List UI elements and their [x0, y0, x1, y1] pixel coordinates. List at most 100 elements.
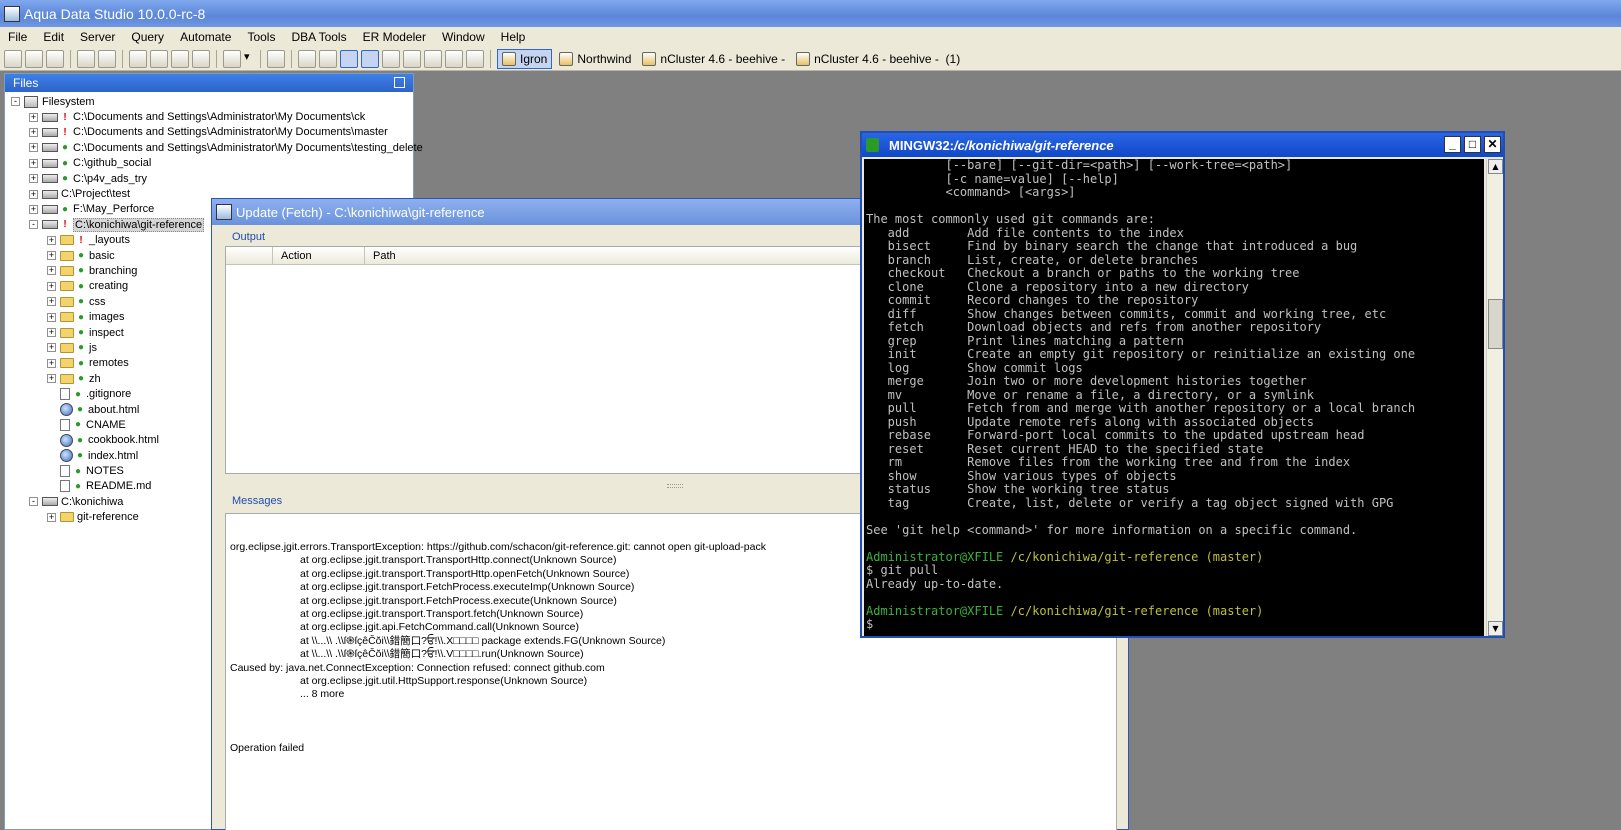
menu-dba-tools[interactable]: DBA Tools	[283, 30, 354, 44]
terminal-line: status Show the working tree status	[866, 482, 1170, 496]
query-window-icon[interactable]	[129, 49, 147, 68]
expand-icon[interactable]: +	[47, 251, 56, 261]
terminal-scrollbar[interactable]: ▲ ▼	[1486, 159, 1503, 636]
connection-northwind[interactable]: Northwind	[555, 49, 635, 69]
expand-icon[interactable]: +	[47, 358, 56, 368]
layout-grid-icon[interactable]	[298, 49, 316, 68]
terminal-output[interactable]: [--bare] [--git-dir=<path>] [--work-tree…	[864, 159, 1484, 636]
layout-tiles-icon[interactable]	[424, 49, 442, 68]
menu-edit[interactable]: Edit	[35, 30, 72, 44]
unregister-server-icon[interactable]	[25, 49, 43, 68]
expand-icon[interactable]: +	[29, 174, 38, 184]
tree-node-label: NOTES	[86, 465, 124, 478]
message-line: ... 8 more	[300, 688, 345, 701]
restore-panel-icon[interactable]	[394, 77, 405, 88]
drive-icon	[42, 189, 58, 199]
connect-icon[interactable]	[77, 49, 95, 68]
collapse-icon[interactable]: -	[29, 220, 38, 230]
file-icon	[60, 480, 70, 493]
expand-icon[interactable]: +	[47, 235, 56, 245]
tree-node[interactable]: + ● C:\Documents and Settings\Administrato…	[5, 140, 423, 155]
drive-icon	[42, 497, 58, 507]
layout-table-icon[interactable]	[361, 49, 379, 68]
tree-node-label: C:\p4v_ads_try	[73, 172, 147, 185]
menu-er-modeler[interactable]: ER Modeler	[355, 30, 434, 44]
column-header-action[interactable]: Action	[273, 247, 365, 264]
html-file-icon	[60, 449, 73, 463]
expand-icon[interactable]: +	[47, 512, 56, 522]
print-icon[interactable]	[267, 49, 285, 68]
status-ok-icon: ●	[74, 465, 82, 477]
layout-list-icon[interactable]	[403, 49, 421, 68]
expand-icon[interactable]: +	[47, 281, 56, 291]
collapse-icon[interactable]: -	[29, 497, 38, 507]
tree-node[interactable]: +! C:\Documents and Settings\Administrato…	[5, 125, 413, 140]
menu-server[interactable]: Server	[72, 30, 123, 44]
tree-node[interactable]: + ● C:\p4v_ads_try	[5, 171, 413, 186]
tree-node[interactable]: +! C:\Documents and Settings\Administrato…	[5, 109, 413, 124]
folder-icon	[60, 312, 74, 323]
expand-icon[interactable]: +	[29, 112, 38, 122]
expand-icon[interactable]: +	[47, 328, 56, 338]
close-icon[interactable]: ✕	[1484, 136, 1501, 153]
expand-icon[interactable]: +	[29, 158, 38, 168]
menu-file[interactable]: File	[0, 30, 35, 44]
column-header-path[interactable]: Path	[365, 247, 874, 264]
menu-tools[interactable]: Tools	[239, 30, 283, 44]
expand-icon[interactable]: +	[29, 189, 38, 199]
expand-icon[interactable]: +	[47, 343, 56, 353]
expand-icon[interactable]: +	[47, 297, 56, 307]
server-properties-icon[interactable]	[46, 49, 64, 68]
menu-help[interactable]: Help	[493, 30, 534, 44]
status-error-icon: !	[63, 126, 67, 138]
disconnect-icon[interactable]	[98, 49, 116, 68]
schema-browser-icon[interactable]	[192, 49, 210, 68]
status-ok-icon: ●	[76, 404, 84, 415]
minimize-icon[interactable]: _	[1444, 136, 1461, 153]
scroll-thumb[interactable]	[1488, 299, 1503, 349]
expand-icon[interactable]: +	[29, 127, 38, 137]
query-analyzer-icon[interactable]	[150, 49, 168, 68]
expand-icon[interactable]: +	[47, 266, 56, 276]
connection-igron[interactable]: Igron	[497, 48, 553, 69]
split-pane-handle[interactable]	[667, 484, 683, 488]
app-title: Aqua Data Studio 10.0.0-rc-8	[24, 5, 206, 22]
expand-icon[interactable]: +	[47, 312, 56, 322]
files-panel-title: Files	[13, 76, 39, 90]
menu-window[interactable]: Window	[434, 30, 493, 44]
expand-icon[interactable]: +	[47, 374, 56, 384]
expand-icon[interactable]: +	[29, 204, 38, 214]
file-icon	[60, 388, 70, 401]
tree-node[interactable]: - Filesystem	[5, 94, 413, 109]
dropdown-arrow-icon[interactable]: ▾	[244, 50, 254, 68]
connection-ncluster-beehive-1[interactable]: nCluster 4.6 - beehive - (1)	[792, 49, 964, 69]
tree-node-label: git-reference	[77, 511, 139, 524]
menu-query[interactable]: Query	[123, 30, 172, 44]
history-icon[interactable]	[223, 49, 241, 68]
scroll-up-icon[interactable]: ▲	[1488, 159, 1503, 174]
terminal-title-path: /c/konichiwa/git-reference	[954, 137, 1114, 153]
connection-ncluster-beehive[interactable]: nCluster 4.6 - beehive -	[638, 49, 789, 69]
layout-chart-icon[interactable]	[445, 49, 463, 68]
app-title-bar: Aqua Data Studio 10.0.0-rc-8	[0, 0, 1621, 27]
column-header-icon[interactable]	[226, 247, 273, 264]
tree-node[interactable]: + ● C:\github_social	[5, 156, 413, 171]
maximize-icon[interactable]: □	[1464, 136, 1481, 153]
status-ok-icon: ●	[77, 327, 85, 339]
menu-automate[interactable]: Automate	[172, 30, 239, 44]
layout-files-icon[interactable]	[340, 49, 358, 68]
terminal-line: See 'git help <command>' for more inform…	[866, 522, 1358, 537]
folder-icon	[60, 296, 74, 307]
layout-columns-icon[interactable]	[466, 49, 484, 68]
table-browser-icon[interactable]	[171, 49, 189, 68]
register-server-icon[interactable]	[4, 49, 22, 68]
layout-split-icon[interactable]	[382, 49, 400, 68]
layout-tree-icon[interactable]	[319, 49, 337, 68]
mingw-terminal-window: MINGW32: /c/konichiwa/git-reference _ □ …	[860, 131, 1505, 638]
collapse-icon[interactable]: -	[11, 97, 20, 107]
scroll-down-icon[interactable]: ▼	[1488, 621, 1503, 636]
tree-node-label: basic	[89, 249, 115, 262]
expand-icon[interactable]: +	[29, 143, 38, 153]
